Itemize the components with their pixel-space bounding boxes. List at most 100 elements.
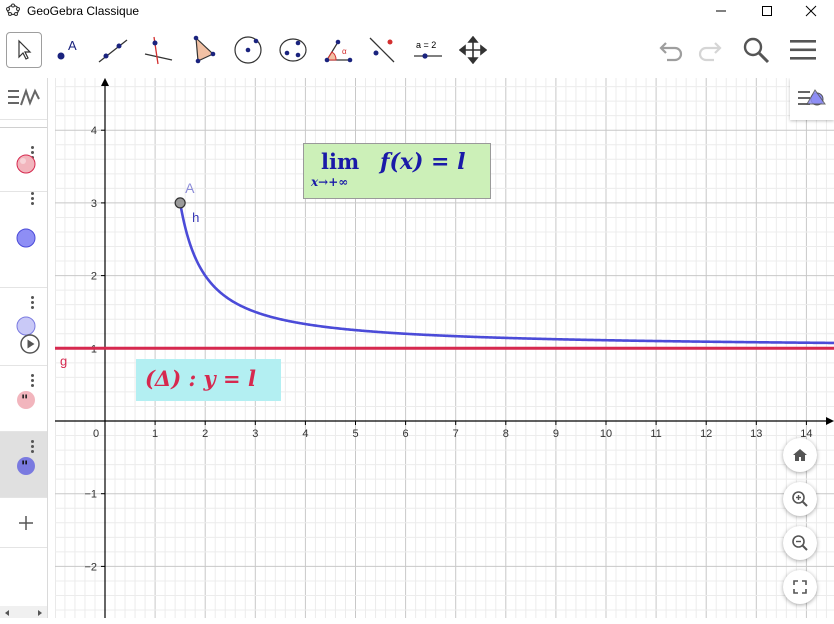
x-tick-label: 7	[453, 428, 459, 440]
list-item[interactable]	[0, 192, 47, 288]
text-object-icon[interactable]: "	[14, 454, 38, 478]
perpendicular-icon	[144, 36, 173, 65]
home-button[interactable]	[783, 438, 817, 472]
maximize-button[interactable]	[744, 0, 790, 22]
line-tool-button[interactable]	[95, 32, 131, 68]
redo-icon	[698, 42, 722, 62]
redo-button[interactable]	[691, 32, 727, 68]
move-arrows-icon	[459, 36, 487, 64]
x-tick-label: 11	[650, 428, 661, 440]
fullscreen-icon	[793, 580, 807, 594]
graphics-view[interactable]: 012345678910111213144321−1−2ghA lim x→+∞…	[55, 78, 834, 618]
toolbar: A α a = 2	[0, 22, 834, 78]
x-tick-label: 10	[600, 428, 612, 440]
hamburger-menu-icon	[790, 40, 816, 60]
x-tick-label: 4	[302, 428, 308, 440]
x-tick-label: 6	[403, 428, 409, 440]
x-tick-label: 2	[202, 428, 208, 440]
delta-text-box[interactable]: (Δ) : y = l	[136, 359, 281, 401]
y-tick-label: 2	[91, 271, 97, 283]
slider-icon: a = 2	[414, 40, 442, 59]
y-tick-label: −1	[84, 489, 97, 501]
visibility-toggle-icon[interactable]	[14, 226, 38, 250]
undo-button[interactable]	[654, 32, 690, 68]
play-animation-icon[interactable]	[19, 333, 41, 355]
more-options-icon[interactable]	[31, 296, 35, 311]
delta-equation: (Δ) : y = l	[145, 366, 256, 391]
point-tool-button[interactable]: A	[49, 32, 85, 68]
algebra-view-strip: " "	[0, 78, 48, 618]
y-tick-label: 3	[91, 198, 97, 210]
limit-lim: lim	[321, 149, 360, 174]
perpendicular-tool-button[interactable]	[140, 32, 176, 68]
list-item[interactable]: "	[0, 366, 47, 432]
svg-text:α: α	[342, 47, 347, 56]
circle-center-icon	[234, 36, 262, 64]
x-tick-label: 9	[553, 428, 559, 440]
zoom-in-icon	[792, 491, 808, 507]
text-object-icon[interactable]: "	[14, 388, 38, 412]
svg-text:": "	[21, 393, 28, 409]
algebra-style-button[interactable]	[0, 78, 47, 120]
minimize-button[interactable]	[698, 0, 744, 22]
visibility-toggle-icon[interactable]	[14, 152, 38, 176]
slider-tool-button[interactable]: a = 2	[410, 32, 446, 68]
move-graphics-tool-button[interactable]	[455, 32, 491, 68]
point-a-label: A	[185, 180, 195, 196]
more-options-icon[interactable]	[31, 374, 35, 389]
reflect-tool-button[interactable]	[364, 32, 400, 68]
horizontal-scrollbar[interactable]	[0, 606, 47, 618]
zoom-in-button[interactable]	[783, 482, 817, 516]
line-g-label: g	[60, 353, 67, 368]
limit-expression: f(x) = l	[380, 149, 466, 175]
plus-icon	[19, 516, 33, 530]
search-icon	[743, 37, 770, 64]
point-icon: A	[57, 38, 77, 60]
menu-button[interactable]	[785, 32, 821, 68]
limit-text-box[interactable]: lim x→+∞ f(x) = l	[303, 143, 491, 199]
y-tick-label: −2	[84, 561, 97, 573]
fullscreen-button[interactable]	[783, 570, 817, 604]
title-bar: GeoGebra Classique	[0, 0, 834, 22]
algebra-view-icon	[8, 87, 40, 106]
add-input-button[interactable]	[0, 498, 47, 548]
slider-tool-text: a = 2	[416, 40, 436, 50]
x-tick-label: 1	[152, 428, 158, 440]
geogebra-logo-icon	[6, 3, 20, 22]
conic-tool-button[interactable]	[275, 32, 311, 68]
style-bar-icon	[798, 89, 826, 106]
x-tick-label: 8	[503, 428, 509, 440]
angle-tool-button[interactable]: α	[320, 32, 356, 68]
list-item[interactable]: "	[0, 432, 47, 498]
x-tick-label: 3	[252, 428, 258, 440]
window-title: GeoGebra Classique	[27, 4, 140, 18]
y-tick-label: 4	[91, 125, 97, 137]
zoom-out-icon	[792, 535, 808, 551]
home-icon	[793, 449, 807, 461]
x-tick-label: 13	[750, 428, 762, 440]
line-icon	[98, 39, 128, 63]
reflect-icon	[369, 37, 395, 63]
more-options-icon[interactable]	[31, 440, 35, 455]
strip-separator	[0, 120, 47, 128]
polygon-tool-button[interactable]	[185, 32, 221, 68]
x-tick-label: 5	[352, 428, 358, 440]
graphics-style-bar-button[interactable]	[790, 78, 834, 120]
y-axis-arrow	[101, 78, 109, 86]
more-options-icon[interactable]	[31, 192, 35, 207]
curve-h-label: h	[192, 210, 199, 225]
list-item[interactable]	[0, 140, 47, 192]
zoom-out-button[interactable]	[783, 526, 817, 560]
polygon-icon	[193, 35, 216, 64]
limit-subscript: x→+∞	[311, 175, 349, 189]
search-button[interactable]	[738, 32, 774, 68]
x-axis-arrow	[826, 417, 834, 425]
svg-text:": "	[21, 459, 28, 475]
move-tool-button[interactable]	[6, 32, 42, 68]
list-item[interactable]	[0, 288, 47, 366]
ellipse-icon	[279, 38, 307, 62]
x-tick-label: 12	[700, 428, 712, 440]
close-button[interactable]	[788, 0, 834, 22]
circle-tool-button[interactable]	[230, 32, 266, 68]
pointer-icon	[18, 39, 32, 60]
